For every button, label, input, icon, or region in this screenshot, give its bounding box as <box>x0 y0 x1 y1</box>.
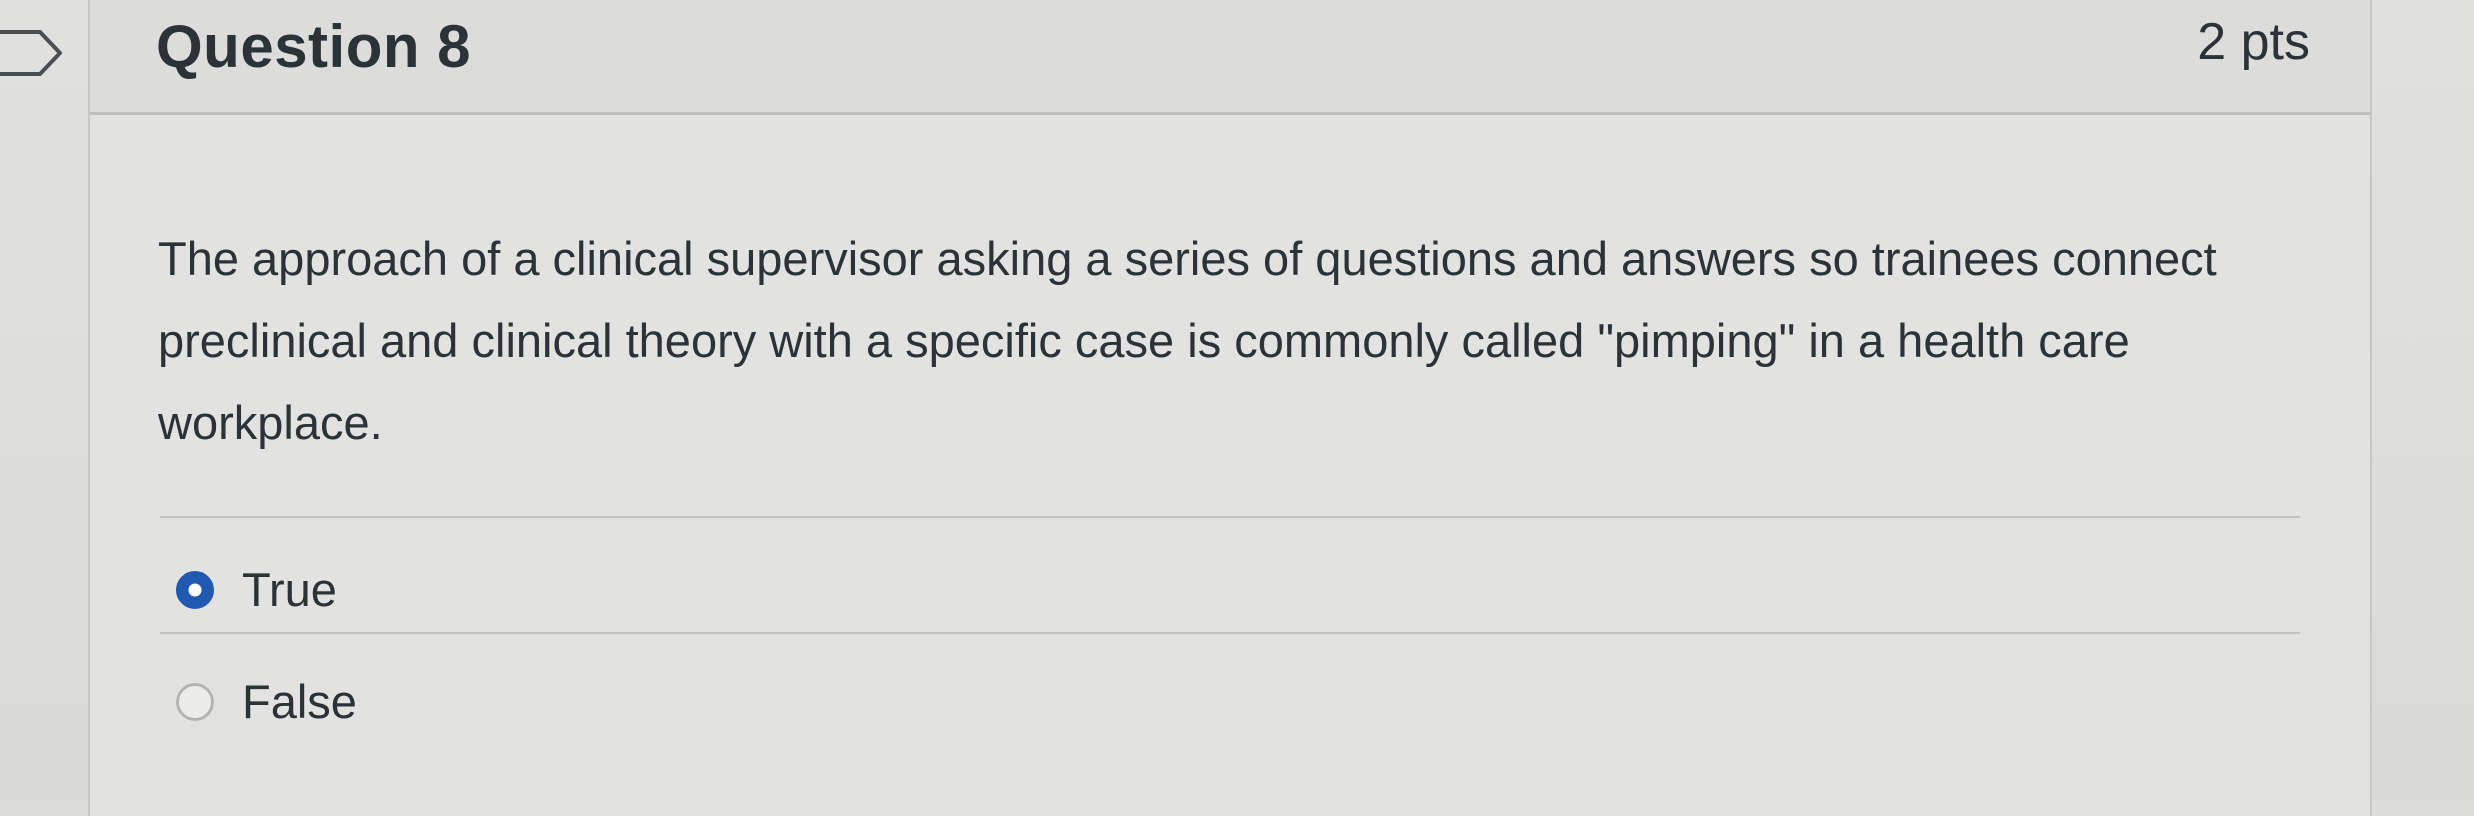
question-points: 2 pts <box>2197 13 2310 71</box>
question-header: Question 8 2 pts <box>90 0 2370 115</box>
answer-label: True <box>242 563 337 616</box>
answer-false[interactable]: False <box>176 674 357 729</box>
answer-true[interactable]: True <box>176 562 337 617</box>
radio-unselected-icon[interactable] <box>176 682 214 721</box>
question-text: The approach of a clinical supervisor as… <box>158 232 2217 449</box>
answer-divider <box>160 632 2300 634</box>
radio-selected-icon[interactable] <box>176 570 214 609</box>
answers-top-divider <box>160 516 2300 518</box>
flag-question-icon[interactable] <box>0 28 68 78</box>
question-title: Question 8 <box>156 13 472 80</box>
question-card: Question 8 2 pts The approach of a clini… <box>88 0 2372 816</box>
quiz-page: Question 8 2 pts The approach of a clini… <box>0 0 2474 816</box>
answer-label: False <box>242 675 357 728</box>
